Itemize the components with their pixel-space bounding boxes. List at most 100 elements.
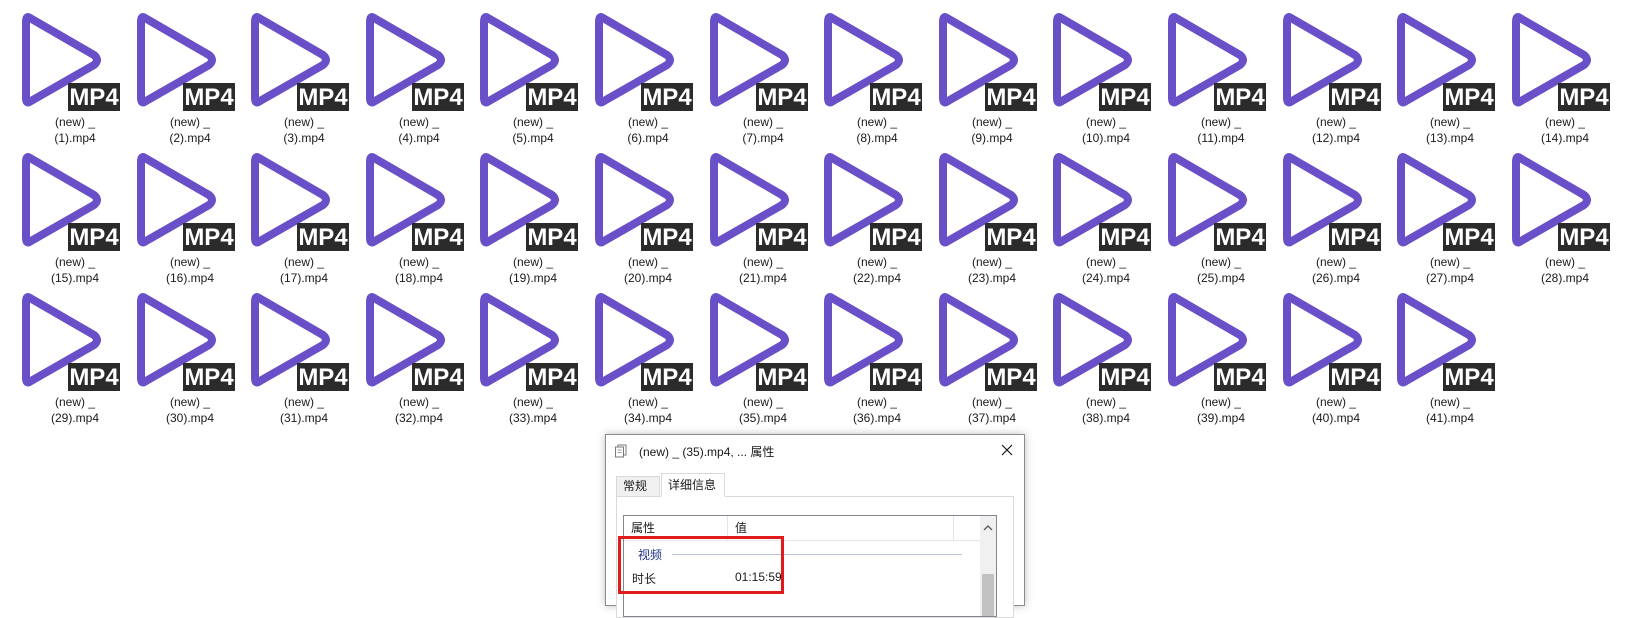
file-item[interactable]: MP4 (new) _ (23).mp4 xyxy=(937,150,1047,285)
svg-text:MP4: MP4 xyxy=(527,84,577,111)
mp4-play-icon: MP4 xyxy=(20,290,130,395)
file-name-line-2: (31).mp4 xyxy=(279,411,329,425)
file-name-line-2: (33).mp4 xyxy=(508,411,558,425)
file-item[interactable]: MP4 (new) _ (30).mp4 xyxy=(135,290,245,425)
file-name-line-2: (37).mp4 xyxy=(967,411,1017,425)
file-name: (new) _ (14).mp4 xyxy=(1510,114,1620,146)
file-item[interactable]: MP4 (new) _ (27).mp4 xyxy=(1395,150,1505,285)
tab-details[interactable]: 详细信息 xyxy=(661,473,725,497)
column-header-value[interactable]: 值 xyxy=(728,516,954,540)
file-name-line-1: (new) _ xyxy=(1429,255,1470,269)
file-name-line-1: (new) _ xyxy=(1429,395,1470,409)
close-button[interactable] xyxy=(994,438,1020,464)
svg-text:MP4: MP4 xyxy=(184,364,234,391)
file-item[interactable]: MP4 (new) _ (16).mp4 xyxy=(135,150,245,285)
svg-text:MP4: MP4 xyxy=(871,364,921,391)
group-header-video: 视频 xyxy=(624,546,964,564)
file-item[interactable]: MP4 (new) _ (1).mp4 xyxy=(20,10,130,145)
mp4-play-icon: MP4 xyxy=(478,290,588,395)
file-item[interactable]: MP4 (new) _ (12).mp4 xyxy=(1281,10,1391,145)
file-item[interactable]: MP4 (new) _ (15).mp4 xyxy=(20,150,130,285)
properties-dialog: (new) _ (35).mp4, ... 属性 常规 详细信息 属性 值 视频… xyxy=(605,434,1025,618)
svg-text:MP4: MP4 xyxy=(1330,224,1380,251)
file-item[interactable]: MP4 (new) _ (14).mp4 xyxy=(1510,10,1620,145)
scroll-thumb[interactable] xyxy=(982,574,994,616)
svg-text:MP4: MP4 xyxy=(1330,84,1380,111)
file-item[interactable]: MP4 (new) _ (7).mp4 xyxy=(708,10,818,145)
file-item[interactable]: MP4 (new) _ (41).mp4 xyxy=(1395,290,1505,425)
file-item[interactable]: MP4 (new) _ (19).mp4 xyxy=(478,150,588,285)
file-item[interactable]: MP4 (new) _ (25).mp4 xyxy=(1166,150,1276,285)
file-name: (new) _ (9).mp4 xyxy=(937,114,1047,146)
file-item[interactable]: MP4 (new) _ (13).mp4 xyxy=(1395,10,1505,145)
tab-general[interactable]: 常规 xyxy=(616,476,660,496)
mp4-play-icon: MP4 xyxy=(937,10,1047,115)
file-item[interactable]: MP4 (new) _ (26).mp4 xyxy=(1281,150,1391,285)
svg-text:MP4: MP4 xyxy=(298,224,348,251)
vertical-scrollbar[interactable] xyxy=(980,516,996,616)
file-item[interactable]: MP4 (new) _ (4).mp4 xyxy=(364,10,474,145)
file-name-line-1: (new) _ xyxy=(627,115,668,129)
mp4-play-icon: MP4 xyxy=(1166,290,1276,395)
file-name: (new) _ (26).mp4 xyxy=(1281,254,1391,286)
file-item[interactable]: MP4 (new) _ (29).mp4 xyxy=(20,290,130,425)
file-name: (new) _ (23).mp4 xyxy=(937,254,1047,286)
property-row-duration[interactable]: 时长 01:15:59 xyxy=(624,568,964,588)
mp4-play-icon: MP4 xyxy=(249,290,359,395)
scroll-up-arrow-icon[interactable] xyxy=(983,521,993,535)
file-name-line-1: (new) _ xyxy=(1544,255,1585,269)
file-item[interactable]: MP4 (new) _ (10).mp4 xyxy=(1051,10,1161,145)
file-item[interactable]: MP4 (new) _ (40).mp4 xyxy=(1281,290,1391,425)
file-item[interactable]: MP4 (new) _ (31).mp4 xyxy=(249,290,359,425)
file-item[interactable]: MP4 (new) _ (17).mp4 xyxy=(249,150,359,285)
file-name-line-1: (new) _ xyxy=(512,395,553,409)
file-name-line-1: (new) _ xyxy=(1315,115,1356,129)
file-name: (new) _ (40).mp4 xyxy=(1281,394,1391,426)
file-name: (new) _ (30).mp4 xyxy=(135,394,245,426)
svg-text:MP4: MP4 xyxy=(1100,84,1150,111)
file-item[interactable]: MP4 (new) _ (2).mp4 xyxy=(135,10,245,145)
file-item[interactable]: MP4 (new) _ (37).mp4 xyxy=(937,290,1047,425)
file-name-line-1: (new) _ xyxy=(627,255,668,269)
svg-text:MP4: MP4 xyxy=(1215,224,1265,251)
file-item[interactable]: MP4 (new) _ (5).mp4 xyxy=(478,10,588,145)
file-name: (new) _ (2).mp4 xyxy=(135,114,245,146)
file-name: (new) _ (5).mp4 xyxy=(478,114,588,146)
file-item[interactable]: MP4 (new) _ (11).mp4 xyxy=(1166,10,1276,145)
file-name-line-1: (new) _ xyxy=(54,255,95,269)
dialog-titlebar[interactable]: (new) _ (35).mp4, ... 属性 xyxy=(606,435,1024,467)
file-item[interactable]: MP4 (new) _ (39).mp4 xyxy=(1166,290,1276,425)
property-list[interactable]: 属性 值 视频 时长 01:15:59 xyxy=(623,515,997,617)
file-item[interactable]: MP4 (new) _ (34).mp4 xyxy=(593,290,703,425)
svg-text:MP4: MP4 xyxy=(642,224,692,251)
file-item[interactable]: MP4 (new) _ (24).mp4 xyxy=(1051,150,1161,285)
file-item[interactable]: MP4 (new) _ (38).mp4 xyxy=(1051,290,1161,425)
file-name-line-1: (new) _ xyxy=(169,395,210,409)
file-item[interactable]: MP4 (new) _ (21).mp4 xyxy=(708,150,818,285)
file-name-line-1: (new) _ xyxy=(856,115,897,129)
file-name-line-2: (13).mp4 xyxy=(1425,131,1475,145)
file-item[interactable]: MP4 (new) _ (20).mp4 xyxy=(593,150,703,285)
file-item[interactable]: MP4 (new) _ (6).mp4 xyxy=(593,10,703,145)
mp4-play-icon: MP4 xyxy=(937,290,1047,395)
file-item[interactable]: MP4 (new) _ (8).mp4 xyxy=(822,10,932,145)
file-name: (new) _ (27).mp4 xyxy=(1395,254,1505,286)
svg-text:MP4: MP4 xyxy=(527,364,577,391)
file-item[interactable]: MP4 (new) _ (35).mp4 xyxy=(708,290,818,425)
file-name: (new) _ (36).mp4 xyxy=(822,394,932,426)
file-item[interactable]: MP4 (new) _ (28).mp4 xyxy=(1510,150,1620,285)
file-item[interactable]: MP4 (new) _ (18).mp4 xyxy=(364,150,474,285)
file-item[interactable]: MP4 (new) _ (3).mp4 xyxy=(249,10,359,145)
file-item[interactable]: MP4 (new) _ (9).mp4 xyxy=(937,10,1047,145)
column-header-property[interactable]: 属性 xyxy=(624,516,728,540)
file-item[interactable]: MP4 (new) _ (32).mp4 xyxy=(364,290,474,425)
svg-text:MP4: MP4 xyxy=(1559,84,1609,111)
file-item[interactable]: MP4 (new) _ (22).mp4 xyxy=(822,150,932,285)
file-item[interactable]: MP4 (new) _ (33).mp4 xyxy=(478,290,588,425)
file-name-line-1: (new) _ xyxy=(971,115,1012,129)
file-name: (new) _ (17).mp4 xyxy=(249,254,359,286)
mp4-play-icon: MP4 xyxy=(1395,150,1505,255)
file-name-line-2: (28).mp4 xyxy=(1540,271,1590,285)
file-name: (new) _ (4).mp4 xyxy=(364,114,474,146)
file-item[interactable]: MP4 (new) _ (36).mp4 xyxy=(822,290,932,425)
